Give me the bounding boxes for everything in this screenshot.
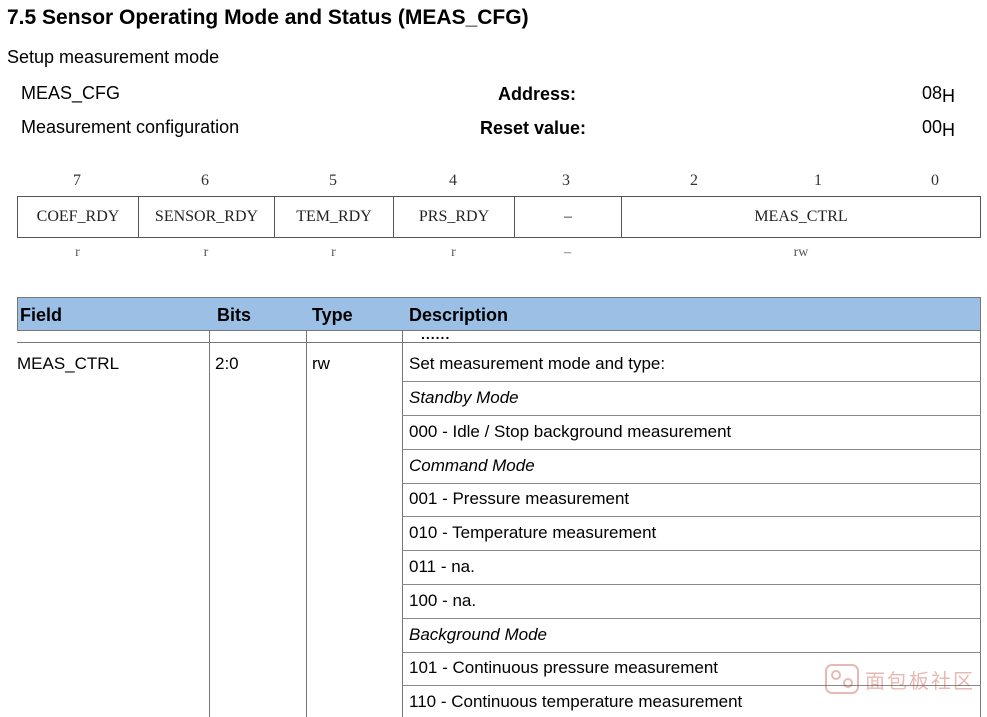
description-mode-heading: Background Mode — [409, 625, 547, 644]
address-label: Address: — [498, 84, 577, 104]
header-type: Type — [312, 305, 353, 325]
divider — [402, 449, 981, 450]
bit-field-coef-rdy: COEF_RDY — [17, 197, 138, 237]
bit-number: 2 — [690, 172, 698, 189]
description-line: 110 - Continuous temperature measurement — [409, 692, 743, 711]
bit-number: 1 — [814, 172, 822, 189]
header-bits: Bits — [217, 305, 252, 325]
divider — [402, 618, 981, 619]
divider — [402, 483, 981, 484]
description-line: 001 - Pressure measurement — [409, 489, 630, 508]
bit-field-meas-ctrl: MEAS_CTRL — [621, 197, 981, 237]
column-divider — [402, 331, 403, 717]
divider — [402, 415, 981, 416]
description-mode-heading: Command Mode — [409, 456, 535, 475]
bit-number: 3 — [562, 172, 570, 189]
header-description: Description — [409, 305, 509, 325]
divider — [402, 652, 981, 653]
reset-label: Reset value: — [480, 118, 587, 138]
bit-number: 0 — [931, 172, 939, 189]
bit-number: 6 — [201, 172, 209, 189]
column-divider — [306, 331, 307, 717]
access-type: – — [564, 245, 571, 260]
divider — [402, 381, 981, 382]
register-long-name: Measurement configuration — [21, 117, 240, 137]
header-field: Field — [20, 305, 63, 325]
section-title: 7.5 Sensor Operating Mode and Status (ME… — [7, 6, 529, 29]
access-type: r — [331, 245, 336, 260]
description-line: Set measurement mode and type: — [409, 354, 666, 373]
bit-number: 4 — [449, 172, 457, 189]
ellipsis-marker: ...... — [421, 326, 451, 342]
row-bits: 2:0 — [215, 354, 239, 373]
divider — [402, 550, 981, 551]
description-line: 101 - Continuous pressure measurement — [409, 658, 718, 677]
description-line: 100 - na. — [409, 591, 477, 610]
watermark: 面包板社区 — [825, 664, 975, 694]
watermark-logo-icon — [825, 664, 859, 694]
reset-value: 00H — [922, 117, 956, 140]
bit-number: 7 — [73, 172, 81, 189]
description-line: 010 - Temperature measurement — [409, 523, 657, 542]
column-divider — [980, 331, 981, 717]
bit-field-sensor-rdy: SENSOR_RDY — [138, 197, 274, 237]
bit-field-reserved: – — [514, 197, 621, 237]
bit-field-tem-rdy: TEM_RDY — [274, 197, 393, 237]
register-bit-map: COEF_RDY SENSOR_RDY TEM_RDY PRS_RDY – ME… — [17, 196, 981, 238]
access-type: rw — [793, 245, 809, 260]
row-field: MEAS_CTRL — [17, 354, 120, 373]
access-type: r — [75, 245, 80, 260]
watermark-text: 面包板社区 — [865, 670, 975, 693]
register-name: MEAS_CFG — [21, 83, 121, 103]
section-subtitle: Setup measurement mode — [7, 47, 220, 67]
description-line: 011 - na. — [409, 557, 475, 576]
bit-number: 5 — [329, 172, 337, 189]
divider — [402, 584, 981, 585]
address-value: 08H — [922, 83, 956, 106]
divider — [402, 516, 981, 517]
table-header: Field Bits Type Description — [17, 297, 981, 331]
column-divider — [209, 331, 210, 717]
description-line: 000 - Idle / Stop background measurement — [409, 422, 732, 441]
row-type: rw — [312, 354, 330, 373]
access-type: r — [203, 245, 209, 260]
bit-field-prs-rdy: PRS_RDY — [393, 197, 514, 237]
access-type: r — [451, 245, 456, 260]
divider — [17, 342, 981, 343]
description-mode-heading: Standby Mode — [409, 388, 519, 407]
